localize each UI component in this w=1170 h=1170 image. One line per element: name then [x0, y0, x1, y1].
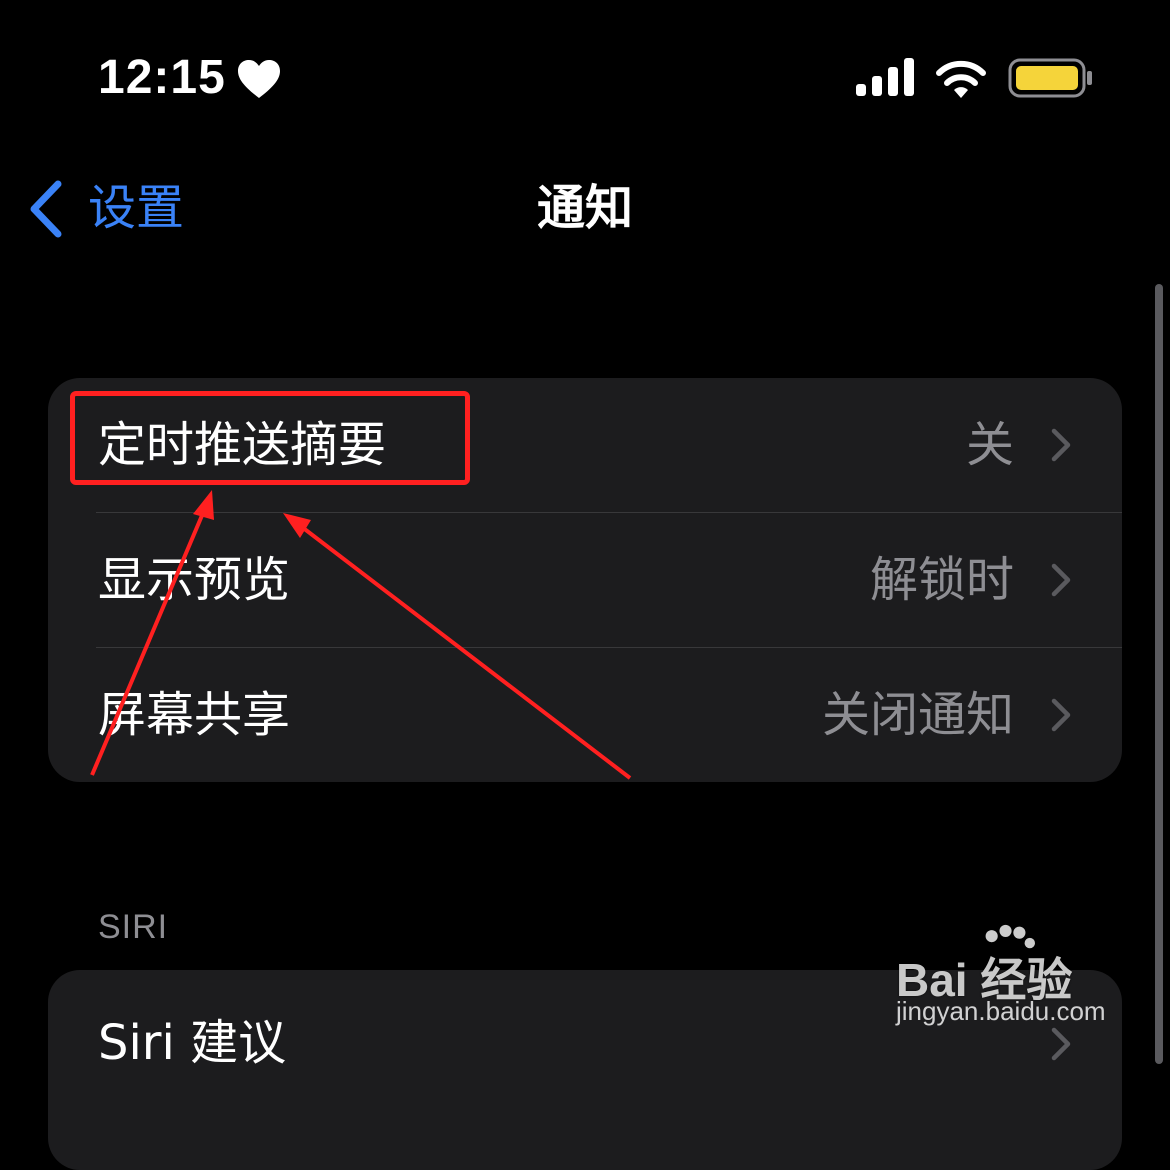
row-value: 关: [965, 417, 1014, 473]
row-screen-sharing[interactable]: 屏幕共享 关闭通知: [48, 648, 1122, 782]
row-label: 屏幕共享: [98, 687, 291, 743]
page-title: 通知: [536, 180, 633, 236]
row-label: 显示预览: [98, 552, 291, 608]
chevron-right-icon: [1051, 563, 1071, 597]
status-bar: 12:15: [0, 0, 1170, 150]
row-value: 关闭通知: [821, 687, 1014, 743]
status-time: 12:15: [98, 51, 226, 104]
chevron-right-icon: [1051, 698, 1071, 732]
scrollbar[interactable]: [1155, 284, 1163, 1064]
wifi-icon: [936, 60, 986, 98]
cellular-signal-icon: [856, 58, 914, 96]
watermark-url: jingyan.baidu.com: [896, 996, 1106, 1026]
baidu-jingyan-watermark: Bai 经验 jingyan.baidu.com: [890, 924, 1120, 1034]
annotation-highlight-box: [70, 391, 470, 485]
battery-icon: [1008, 58, 1092, 98]
row-value: 解锁时: [869, 552, 1014, 608]
chevron-right-icon: [1051, 428, 1071, 462]
heart-icon: [238, 60, 280, 98]
row-label: Siri 建议: [98, 1015, 287, 1071]
row-show-previews[interactable]: 显示预览 解锁时: [48, 513, 1122, 647]
section-header-siri: SIRI: [98, 908, 169, 946]
